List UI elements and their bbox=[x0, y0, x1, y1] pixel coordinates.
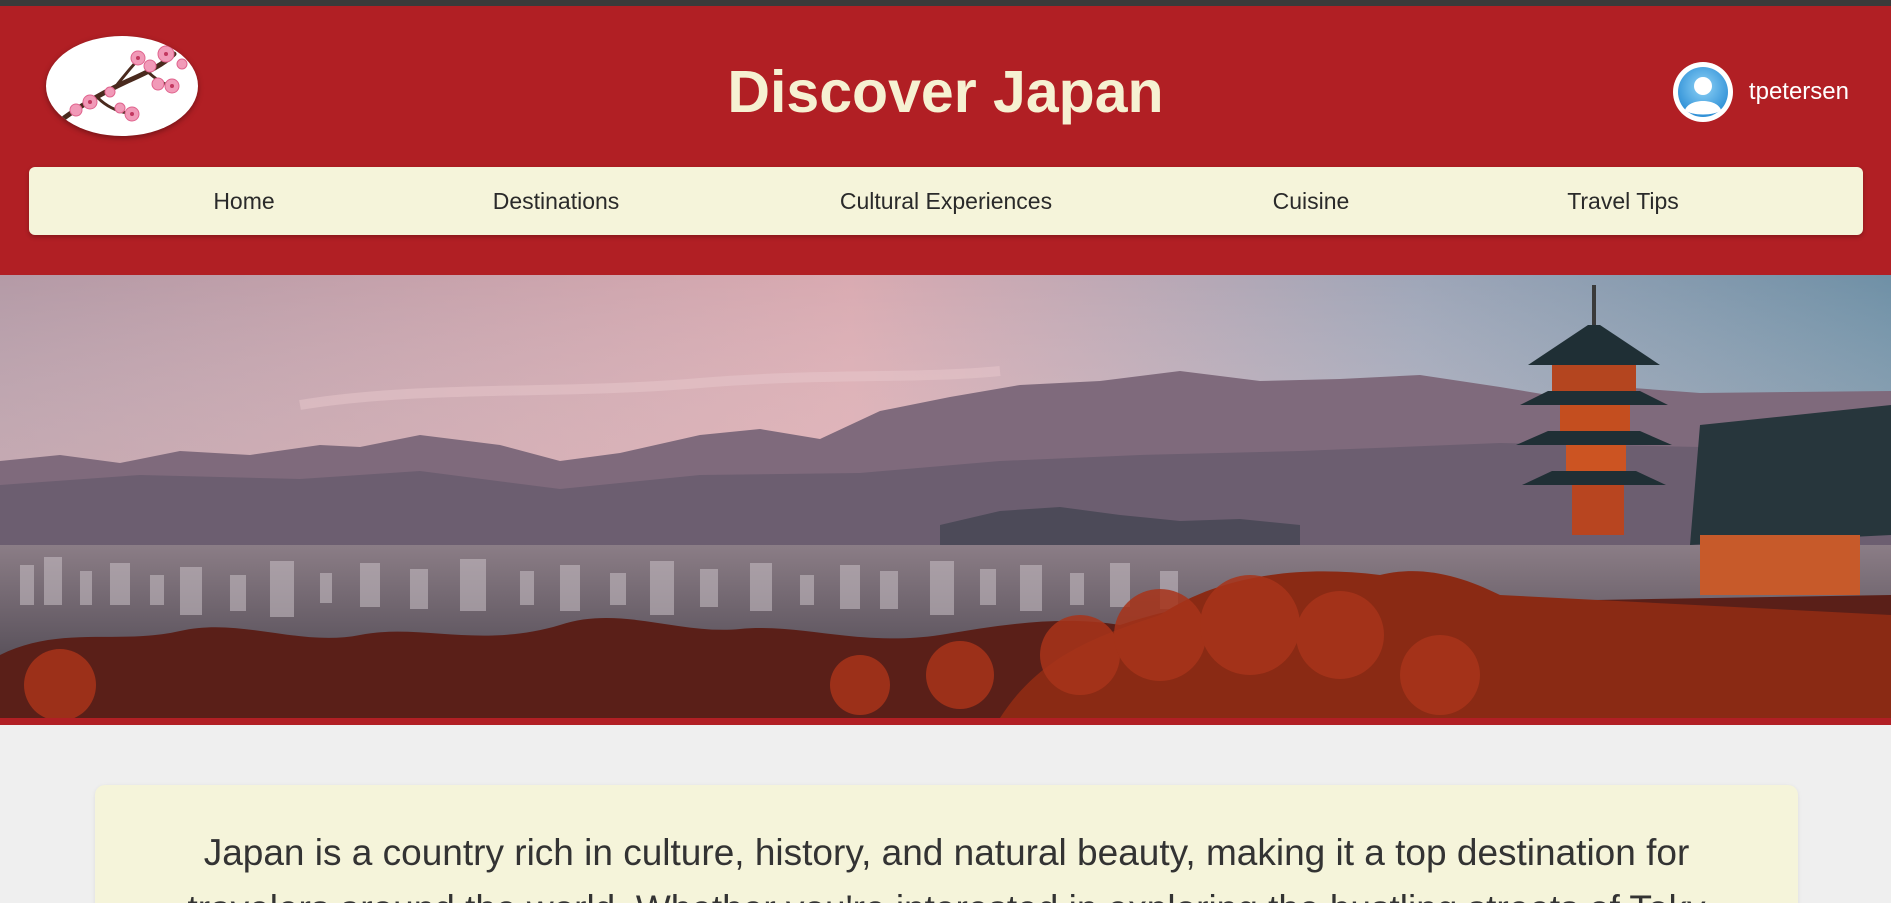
main-nav: Home Destinations Cultural Experiences C… bbox=[29, 167, 1863, 235]
nav-item-home[interactable]: Home bbox=[213, 167, 274, 235]
intro-card: Japan is a country rich in culture, hist… bbox=[95, 785, 1798, 903]
nav-item-travel-tips[interactable]: Travel Tips bbox=[1567, 167, 1679, 235]
nav-item-cuisine[interactable]: Cuisine bbox=[1273, 167, 1350, 235]
site-header: Discover Japan tpetersen Home Destinatio… bbox=[0, 6, 1891, 275]
nav-item-cultural-experiences[interactable]: Cultural Experiences bbox=[840, 167, 1052, 235]
user-menu[interactable]: tpetersen bbox=[1672, 61, 1849, 123]
site-title: Discover Japan bbox=[727, 59, 1164, 125]
username-label[interactable]: tpetersen bbox=[1749, 78, 1849, 106]
kyoto-pagoda-skyline-photo bbox=[0, 275, 1891, 718]
nav-item-destinations[interactable]: Destinations bbox=[493, 167, 620, 235]
hero-banner bbox=[0, 275, 1891, 725]
intro-text: Japan is a country rich in culture, hist… bbox=[187, 832, 1705, 903]
user-avatar-icon[interactable] bbox=[1672, 62, 1733, 122]
